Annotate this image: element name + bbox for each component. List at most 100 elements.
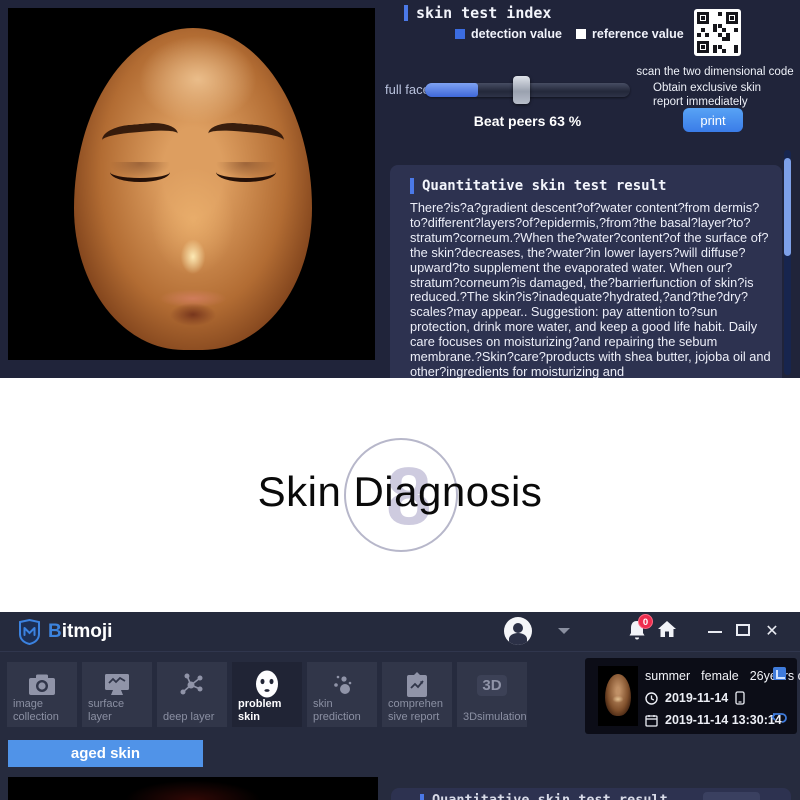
user-datetime: 2019-11-14 13:30:14 — [665, 713, 782, 727]
report-icon — [382, 670, 452, 700]
tab-image-collection[interactable]: image collection — [7, 662, 77, 727]
maximize-button[interactable] — [736, 624, 750, 636]
undo-icon[interactable] — [771, 710, 788, 725]
user-gender: female — [701, 669, 739, 683]
aged-skin-tab[interactable]: aged skin — [8, 740, 203, 767]
close-button[interactable]: ✕ — [764, 622, 780, 642]
eyebrow-left — [101, 121, 179, 154]
qr-code — [697, 12, 738, 53]
user-date: 2019-11-14 — [665, 691, 728, 705]
user-name: summer — [645, 669, 690, 683]
slider-label: full face — [385, 82, 430, 97]
toolbar: image collection surface layer — [7, 662, 527, 727]
full-face-slider[interactable] — [425, 83, 630, 97]
accent-bar — [404, 5, 408, 21]
tab-label: deep layer — [163, 711, 223, 724]
bottom-stub-button[interactable] — [703, 792, 760, 800]
accent-bar — [420, 794, 424, 800]
brand-rest: itmoji — [62, 621, 113, 642]
tab-label: problem skin — [238, 698, 298, 723]
phone-icon — [735, 691, 745, 705]
chevron-down-icon[interactable] — [558, 628, 570, 634]
qr-caption-line1: scan the two dimensional code — [633, 66, 797, 78]
scrollbar-track[interactable] — [784, 150, 791, 375]
bottom-result-header: Quantitative skin test result — [420, 793, 668, 800]
tab-deep-layer[interactable]: deep layer — [157, 662, 227, 727]
tab-label: surface layer — [88, 698, 148, 723]
quantitative-result-panel: Quantitative skin test result There?is?a… — [390, 165, 782, 378]
result-header: Quantitative skin test result — [410, 178, 666, 194]
brand-shield-icon — [17, 619, 42, 645]
tab-label: comprehensive report — [388, 698, 448, 723]
print-button[interactable]: print — [683, 108, 743, 132]
brand-name: Bitmoji — [48, 621, 112, 643]
bottom-result-title: Quantitative skin test result — [432, 793, 668, 800]
eyebrow-right — [207, 121, 285, 154]
legend-reference-label: reference value — [592, 27, 684, 41]
detection-swatch — [455, 29, 465, 39]
slider-fill — [425, 83, 478, 97]
analysis-image-preview — [8, 777, 378, 800]
qr-caption-line2: Obtain exclusive skin report immediately — [653, 82, 785, 109]
result-body-text: There?is?a?gradient descent?of?water con… — [410, 201, 776, 380]
legend-reference: reference value — [576, 27, 684, 41]
user-info-panel: summer female 26years old 2019-11-14 — [585, 658, 797, 734]
skin-test-index-header: skin test index — [404, 4, 551, 22]
edit-icon[interactable] — [773, 667, 786, 680]
tab-problem-skin[interactable]: problem skin — [232, 662, 302, 727]
notification-badge: 0 — [638, 614, 653, 629]
face-scan-image — [8, 8, 375, 360]
eye-left — [110, 162, 170, 182]
qr-code-tile — [694, 9, 741, 56]
tab-3d-simulation[interactable]: 3D 3Dsimulation — [457, 662, 527, 727]
tab-label: 3Dsimulation — [463, 711, 523, 724]
3d-icon: 3D — [457, 670, 527, 700]
home-button[interactable] — [656, 618, 682, 644]
reference-swatch — [576, 29, 586, 39]
calendar-icon — [645, 714, 658, 727]
eye-right — [216, 162, 276, 182]
minimize-button[interactable] — [708, 631, 722, 633]
monitor-icon — [82, 670, 152, 700]
home-icon — [656, 618, 678, 640]
avatar-head — [513, 623, 523, 633]
avatar-body — [509, 633, 527, 645]
app-window: skin test index detection value referenc… — [0, 0, 800, 800]
tab-label: image collection — [13, 698, 73, 723]
3d-icon-text: 3D — [477, 675, 506, 696]
bottom-result-panel: Quantitative skin test result — [391, 788, 791, 800]
legend-detection-label: detection value — [471, 27, 562, 41]
tab-skin-prediction[interactable]: skin prediction — [307, 662, 377, 727]
splash-section: 8 Skin Diagnosis — [0, 378, 800, 612]
result-title: Quantitative skin test result — [422, 178, 666, 194]
network-icon — [157, 670, 227, 700]
beat-peers-text: Beat peers 63 % — [425, 113, 630, 129]
user-datetime-row: 2019-11-14 13:30:14 — [645, 713, 782, 727]
mask-icon — [232, 670, 302, 700]
navbar: Bitmoji 0 ✕ — [0, 612, 800, 652]
camera-icon — [7, 670, 77, 700]
user-portrait — [598, 666, 638, 726]
user-date-row: 2019-11-14 — [645, 691, 745, 705]
mini-face-illustration — [605, 674, 631, 716]
slider-handle[interactable] — [513, 76, 530, 104]
tab-comprehensive-report[interactable]: comprehensive report — [382, 662, 452, 727]
legend: detection value reference value — [455, 27, 684, 41]
qr-finder — [726, 12, 738, 24]
legend-detection: detection value — [455, 27, 562, 41]
skin-diagnosis-title: Skin Diagnosis — [0, 468, 800, 516]
tab-surface-layer[interactable]: surface layer — [82, 662, 152, 727]
notifications-button[interactable]: 0 — [626, 618, 652, 644]
brand-first-letter: B — [48, 621, 62, 642]
accent-bar — [410, 178, 414, 194]
app-section: Bitmoji 0 ✕ — [0, 612, 800, 800]
qr-finder — [697, 41, 709, 53]
dots-icon — [307, 670, 377, 700]
skin-test-section: skin test index detection value referenc… — [0, 0, 800, 378]
scrollbar-thumb[interactable] — [784, 158, 791, 256]
qr-finder — [697, 12, 709, 24]
tab-label: skin prediction — [313, 698, 373, 723]
skin-test-index-title: skin test index — [416, 4, 551, 22]
face-illustration — [74, 28, 312, 350]
avatar[interactable] — [504, 617, 532, 645]
